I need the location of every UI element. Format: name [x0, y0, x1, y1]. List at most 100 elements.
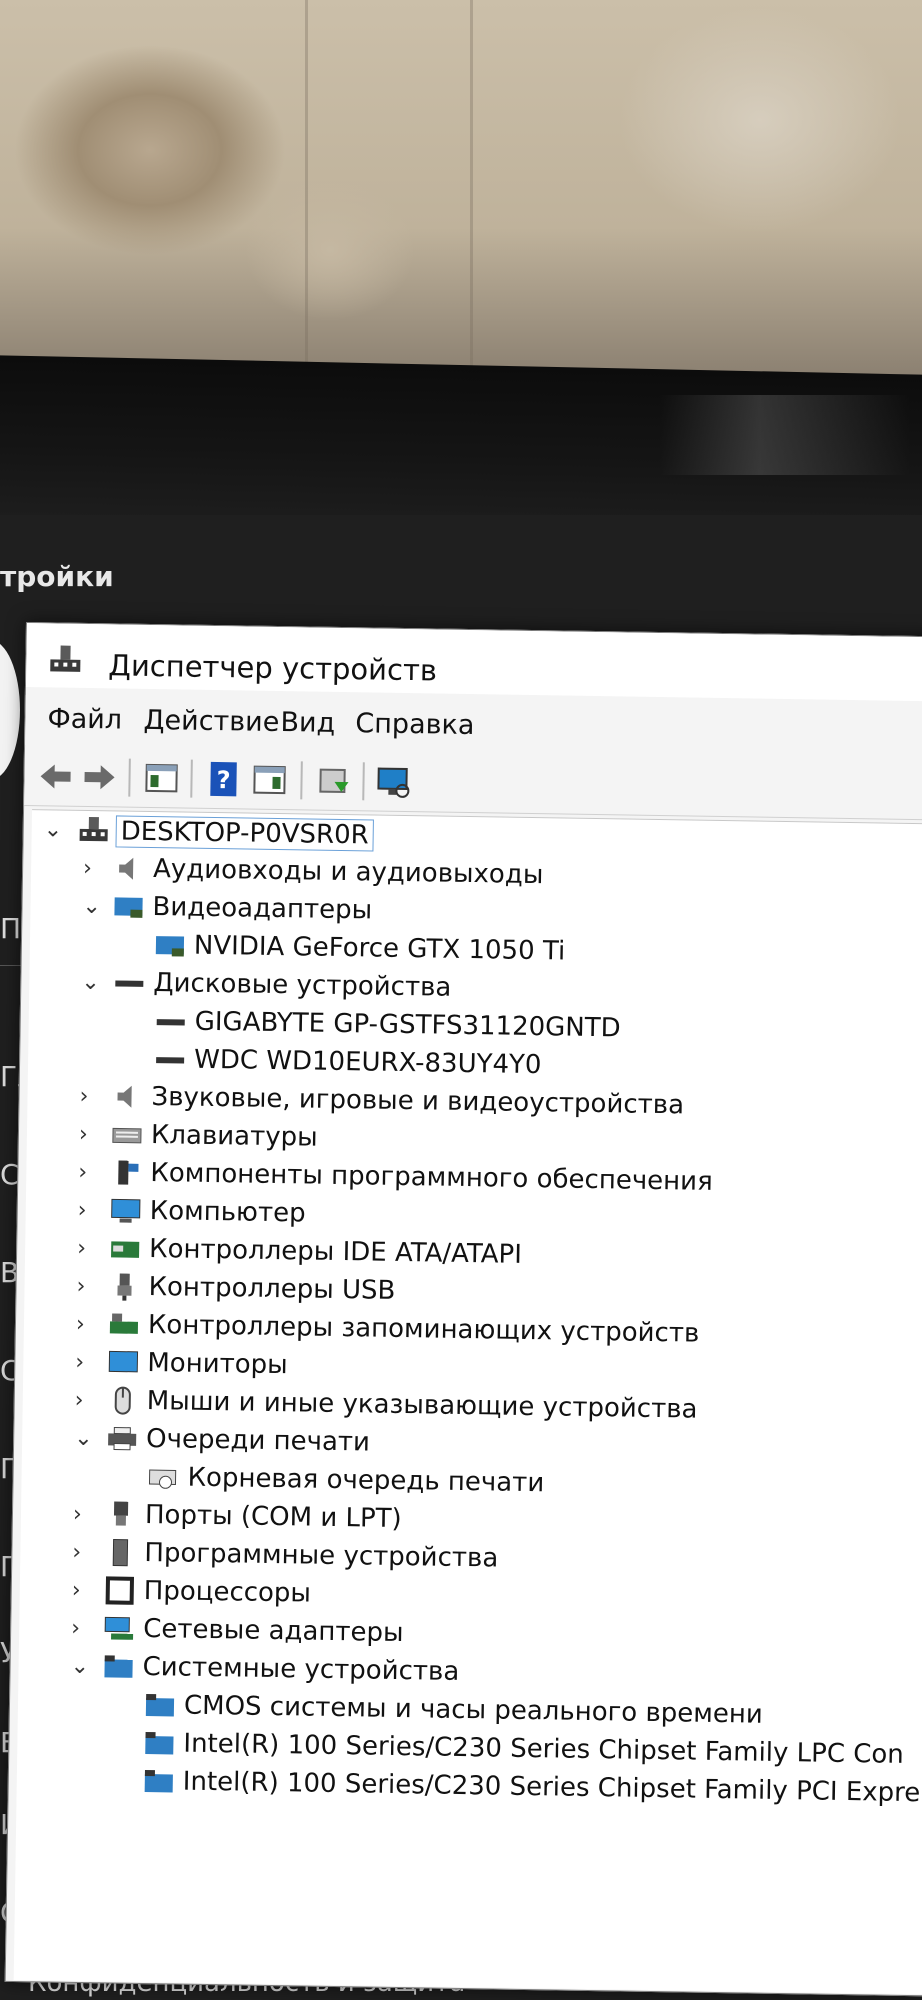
tree-category[interactable]: › Звуковые, игровые и видеоустройства — [27, 1076, 684, 1120]
tree-label: Звуковые, игровые и видеоустройства — [151, 1082, 685, 1121]
tree-label: Intel(R) 100 Series/C230 Series Chipset … — [183, 1728, 905, 1770]
software-component-icon — [118, 1160, 139, 1185]
chevron-down-icon[interactable]: ⌄ — [74, 1426, 94, 1451]
tree-category[interactable]: › Компоненты программного обеспечения — [26, 1152, 713, 1197]
tree-device[interactable]: Intel(R) 100 Series/C230 Series Chipset … — [17, 1722, 904, 1770]
tree-category[interactable]: › Мониторы — [23, 1342, 288, 1382]
menu-view[interactable]: Вид — [280, 707, 335, 739]
chevron-right-icon[interactable]: › — [71, 1616, 91, 1641]
tree-label: GIGABYTE GP-GSTFS31120GNTD — [194, 1006, 621, 1044]
tree-device[interactable]: Intel(R) 100 Series/C230 Series Chipset … — [16, 1760, 920, 1808]
chevron-right-icon[interactable]: › — [79, 1084, 99, 1109]
chevron-right-icon[interactable]: › — [73, 1502, 93, 1527]
tree-label: NVIDIA GeForce GTX 1050 Ti — [193, 930, 566, 967]
tree-category[interactable]: › Аудиовходы и аудиовыходы — [31, 848, 544, 890]
chevron-right-icon[interactable]: › — [76, 1274, 96, 1299]
tree-label: Компьютер — [149, 1196, 306, 1229]
chevron-right-icon[interactable]: › — [72, 1540, 92, 1565]
usb-icon — [117, 1273, 132, 1301]
chevron-right-icon[interactable]: › — [83, 856, 103, 881]
network-adapter-icon — [104, 1616, 134, 1640]
tree-device[interactable]: Корневая очередь печати — [21, 1456, 544, 1498]
scan-hardware-icon[interactable] — [374, 762, 413, 801]
computer-root-icon — [79, 817, 108, 842]
update-driver-icon[interactable] — [314, 762, 353, 801]
speaker-icon — [119, 857, 134, 880]
tree-label: WDC WD10EURX-83UY4Y0 — [193, 1044, 542, 1081]
title-bar[interactable]: Диспетчер устройств — [25, 623, 922, 702]
chevron-down-icon[interactable]: ⌄ — [82, 894, 102, 919]
tree-label: Контроллеры запоминающих устройств — [147, 1310, 700, 1349]
device-manager-window: Диспетчер устройств Файл Действие Вид Сп… — [4, 622, 922, 1997]
toolbar-separator — [300, 761, 303, 800]
wall-panel-line — [305, 0, 308, 380]
display-adapter-icon — [155, 936, 185, 957]
system-device-icon — [144, 1770, 173, 1793]
help-icon[interactable]: ? — [204, 760, 243, 799]
mouse-icon — [114, 1386, 131, 1415]
software-device-icon — [112, 1538, 129, 1567]
print-queue-icon — [148, 1469, 177, 1489]
tree-category[interactable]: ⌄ Дисковые устройства — [29, 962, 451, 1003]
tree-category[interactable]: › Контроллеры USB — [24, 1266, 395, 1306]
tree-category[interactable]: › Программные устройства — [20, 1532, 498, 1574]
tree-category[interactable]: › Контроллеры запоминающих устройств — [24, 1304, 700, 1349]
tree-label: Порты (COM и LPT) — [144, 1499, 402, 1535]
forward-icon[interactable] — [80, 758, 119, 797]
tree-category[interactable]: ⌄ Системные устройства — [18, 1646, 459, 1687]
tree-label: CMOS системы и часы реального времени — [183, 1690, 764, 1730]
tree-label: Сетевые адаптеры — [142, 1613, 404, 1649]
chevron-right-icon[interactable]: › — [77, 1236, 97, 1261]
disk-icon — [156, 1019, 185, 1026]
details-pane-icon[interactable] — [250, 761, 289, 800]
tree-category[interactable]: › Контроллеры IDE ATA/ATAPI — [25, 1228, 522, 1270]
properties-pane-icon[interactable] — [142, 759, 181, 798]
tree-category[interactable]: ⌄ Очереди печати — [22, 1418, 370, 1458]
tree-category[interactable]: › Компьютер — [25, 1190, 306, 1230]
chevron-right-icon[interactable]: › — [75, 1350, 95, 1375]
menu-action[interactable]: Действие — [143, 705, 279, 738]
tree-device[interactable]: WDC WD10EURX-83UY4Y0 — [28, 1038, 542, 1080]
tree-label: Мыши и иные указывающие устройства — [146, 1385, 698, 1425]
tree-category[interactable]: › Мыши и иные указывающие устройства — [22, 1380, 698, 1425]
menu-help[interactable]: Справка — [355, 708, 474, 741]
port-icon — [113, 1501, 129, 1526]
monitor-icon — [108, 1350, 139, 1373]
tree-category[interactable]: › Сетевые адаптеры — [19, 1608, 404, 1648]
speaker-icon — [117, 1085, 132, 1108]
chevron-down-icon[interactable]: ⌄ — [81, 970, 101, 995]
system-device-icon — [104, 1655, 133, 1678]
menu-bar: Файл Действие Вид Справка — [25, 695, 922, 760]
tree-device[interactable]: GIGABYTE GP-GSTFS31120GNTD — [28, 1000, 621, 1043]
tree-root[interactable]: ⌄ DESKTOP-P0VSR0R — [31, 810, 374, 852]
tree-category[interactable]: › Процессоры — [19, 1570, 312, 1610]
chevron-right-icon[interactable]: › — [75, 1388, 95, 1413]
tree-label: Компоненты программного обеспечения — [150, 1158, 713, 1197]
chevron-right-icon[interactable]: › — [79, 1122, 99, 1147]
tree-device[interactable]: NVIDIA GeForce GTX 1050 Ti — [30, 924, 565, 967]
tree-device[interactable]: CMOS системы и часы реального времени — [18, 1684, 763, 1730]
background-wall — [0, 0, 922, 380]
window-title: Диспетчер устройств — [108, 648, 438, 688]
chevron-down-icon[interactable]: ⌄ — [44, 817, 64, 842]
wall-panel-line — [470, 0, 473, 380]
menu-file[interactable]: Файл — [47, 703, 122, 735]
tree-label: Дисковые устройства — [153, 968, 452, 1003]
chevron-down-icon[interactable]: ⌄ — [70, 1654, 90, 1679]
tree-category[interactable]: ⌄ Видеоадаптеры — [30, 886, 372, 926]
tree-category[interactable]: › Порты (COM и LPT) — [21, 1494, 402, 1534]
display-adapter-icon — [114, 897, 143, 918]
chevron-right-icon[interactable]: › — [72, 1578, 92, 1603]
toolbar-separator — [128, 758, 131, 797]
printer-icon — [108, 1426, 137, 1451]
back-icon[interactable] — [36, 757, 75, 796]
tree-category[interactable]: › Клавиатуры — [27, 1114, 318, 1154]
tree-label: Видеоадаптеры — [152, 892, 373, 926]
device-manager-icon — [50, 645, 81, 672]
chevron-right-icon[interactable]: › — [78, 1160, 98, 1185]
chevron-right-icon[interactable]: › — [78, 1198, 98, 1223]
disk-icon — [115, 980, 144, 987]
processor-icon — [105, 1576, 135, 1605]
chevron-right-icon[interactable]: › — [76, 1312, 96, 1337]
tree-label: Intel(R) 100 Series/C230 Series Chipset … — [182, 1766, 921, 1809]
